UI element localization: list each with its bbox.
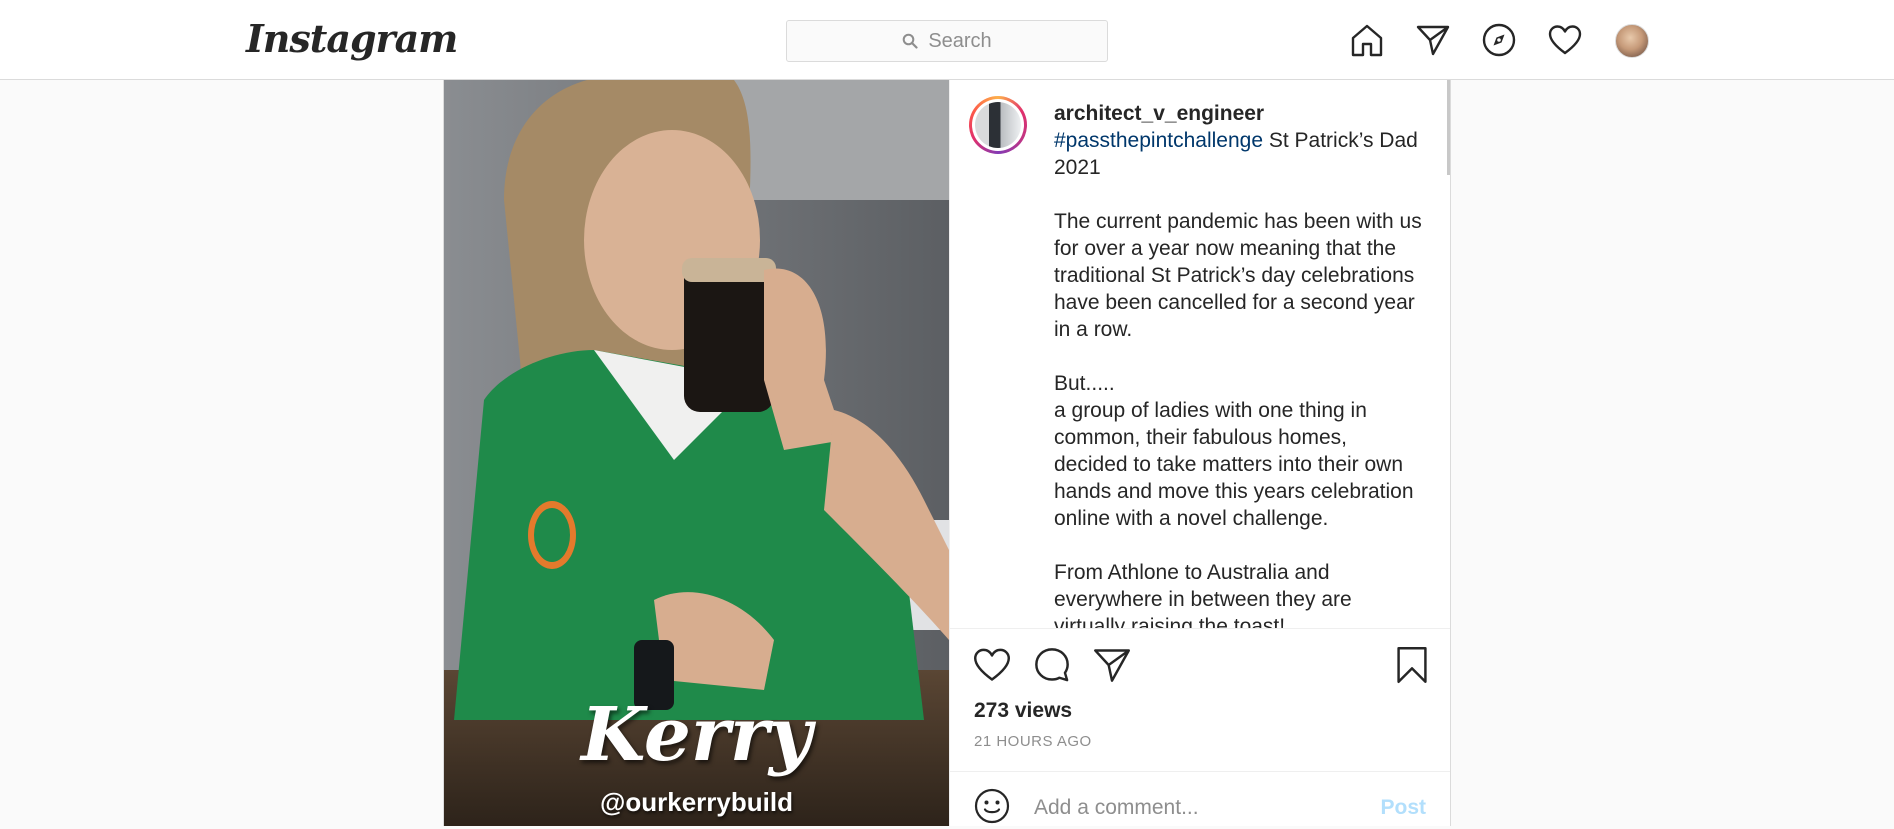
post-caption: architect_v_engineer #passthepintchallen… (1054, 100, 1424, 628)
comment-form: Add a comment... Post (950, 771, 1450, 827)
author-avatar[interactable] (969, 96, 1027, 154)
profile-avatar[interactable] (1615, 24, 1649, 58)
search-icon (903, 33, 918, 49)
instagram-logo[interactable]: Instagram (246, 16, 458, 61)
post-comment-button[interactable]: Post (1380, 796, 1426, 820)
top-navigation-bar: Instagram Search (0, 0, 1894, 80)
share-icon[interactable] (1092, 645, 1132, 685)
caption-paragraph-2: a group of ladies with one thing in comm… (1054, 399, 1414, 530)
author-username[interactable]: architect_v_engineer (1054, 100, 1424, 127)
explore-compass-icon[interactable] (1481, 22, 1517, 58)
activity-heart-icon[interactable] (1547, 22, 1583, 58)
caption-scroll-area[interactable]: architect_v_engineer #passthepintchallen… (950, 80, 1450, 628)
view-count[interactable]: 273 views (974, 699, 1072, 723)
caption-hashtag[interactable]: #passthepintchallenge (1054, 129, 1263, 152)
caption-title: #passthepintchallenge St Patrick’s Dad 2… (1054, 127, 1424, 181)
post-actions: 273 views 21 HOURS AGO (950, 628, 1450, 750)
caption-paragraph-3: From Athlone to Australia and everywhere… (1054, 561, 1352, 628)
caption-paragraph-1: The current pandemic has been with us fo… (1054, 210, 1422, 341)
like-heart-icon[interactable] (972, 645, 1012, 685)
save-bookmark-icon[interactable] (1392, 645, 1432, 685)
video-overlay-handle: @ourkerrybuild (600, 787, 793, 817)
search-placeholder: Search (928, 29, 992, 52)
emoji-icon[interactable] (974, 788, 1010, 829)
home-icon[interactable] (1349, 22, 1385, 58)
search-box[interactable]: Search (786, 20, 1108, 62)
caption-scrollbar[interactable] (1447, 80, 1450, 175)
comment-icon[interactable] (1032, 645, 1072, 685)
caption-but: But..... (1054, 372, 1115, 395)
comment-input[interactable]: Add a comment... (1034, 796, 1199, 820)
direct-message-icon[interactable] (1415, 22, 1451, 58)
post-video[interactable]: Kerry @ourkerrybuild (444, 80, 949, 826)
post-timestamp[interactable]: 21 HOURS AGO (974, 733, 1092, 750)
post-side-panel: architect_v_engineer #passthepintchallen… (949, 80, 1450, 826)
video-overlay-name: Kerry (581, 692, 812, 778)
post-container: Kerry @ourkerrybuild architect_v_enginee… (443, 80, 1451, 826)
